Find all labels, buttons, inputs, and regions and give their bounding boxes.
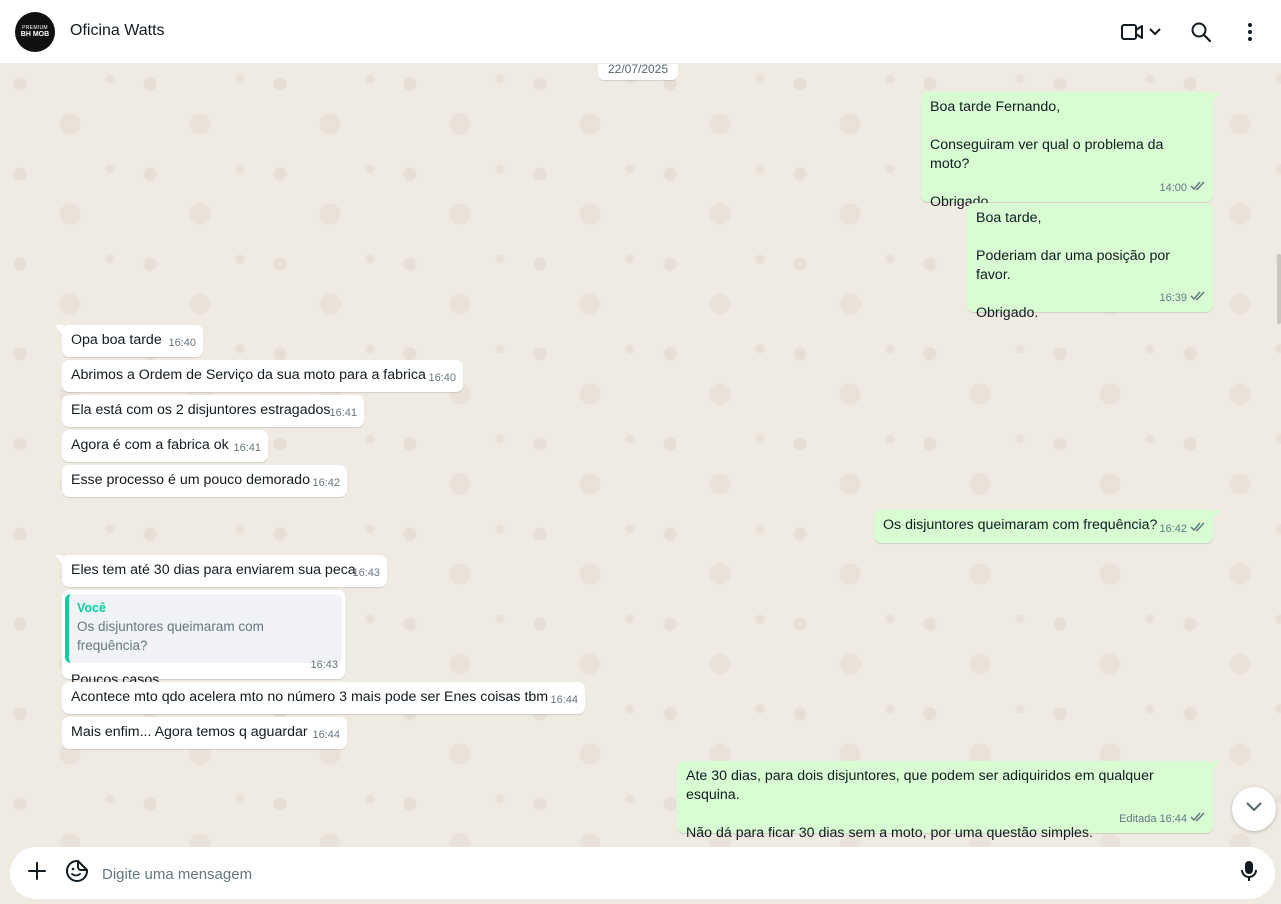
message-meta: 16:41 xyxy=(233,439,261,458)
date-chip: 22/07/2025 xyxy=(598,64,678,80)
message-incoming[interactable]: Abrimos a Ordem de Serviço da sua moto p… xyxy=(62,360,463,392)
double-check-icon xyxy=(1190,520,1206,539)
message-outgoing[interactable]: Os disjuntores queimaram com frequência?… xyxy=(874,510,1220,543)
message-time: 16:39 xyxy=(1159,292,1187,304)
message-text: Os disjuntores queimaram com frequência? xyxy=(883,517,1158,533)
message-incoming[interactable]: Eles tem até 30 dias para enviarem sua p… xyxy=(55,555,387,587)
chevron-down-icon xyxy=(1148,27,1162,37)
message-meta: 14:00 xyxy=(1159,179,1206,198)
message-text: Abrimos a Ordem de Serviço da sua moto p… xyxy=(71,367,426,383)
attach-button[interactable] xyxy=(23,859,51,887)
message-time: 14:00 xyxy=(1159,182,1187,194)
quoted-text: Os disjuntores queimaram com frequência? xyxy=(77,619,264,653)
scrollbar-thumb[interactable] xyxy=(1277,254,1281,324)
message-time: 16:42 xyxy=(312,477,340,489)
message-time: 16:44 xyxy=(550,694,578,706)
message-text: Eles tem até 30 dias para enviarem sua p… xyxy=(71,562,356,578)
message-time: 16:43 xyxy=(352,567,380,579)
message-incoming[interactable]: Agora é com a fabrica ok 16:41 xyxy=(62,430,268,462)
message-input[interactable] xyxy=(100,857,1224,891)
message-text: Mais enfim... Agora temos q aguardar xyxy=(71,724,308,740)
message-incoming[interactable]: Esse processo é um pouco demorado 16:42 xyxy=(62,465,347,497)
message-text: Esse processo é um pouco demorado xyxy=(71,472,310,488)
message-text: Ate 30 dias, para dois disjuntores, que … xyxy=(686,768,1154,841)
message-outgoing[interactable]: Boa tarde, Poderiam dar uma posição por … xyxy=(967,203,1213,321)
message-text: Ela está com os 2 disjuntores estragados xyxy=(71,402,331,418)
message-meta: 16:44 xyxy=(550,691,578,710)
message-meta: 16:43 xyxy=(310,656,338,675)
message-outgoing[interactable]: Boa tarde Fernando, Conseguiram ver qual… xyxy=(921,92,1220,210)
message-incoming[interactable]: Opa boa tarde 16:40 xyxy=(55,325,203,357)
search-button[interactable] xyxy=(1187,16,1215,48)
message-time: 16:41 xyxy=(233,442,261,454)
message-incoming-reply[interactable]: Você Os disjuntores queimaram com frequê… xyxy=(62,590,345,688)
message-meta: 16:42 xyxy=(312,474,340,493)
message-time: 16:42 xyxy=(1159,523,1187,535)
message-time: 16:44 xyxy=(1159,813,1187,825)
message-meta: 16:43 xyxy=(352,564,380,583)
double-check-icon xyxy=(1190,179,1206,198)
message-time: 16:40 xyxy=(168,337,196,349)
composer xyxy=(10,847,1275,899)
search-icon xyxy=(1190,21,1212,43)
edited-label: Editada xyxy=(1119,813,1157,825)
message-meta: 16:44 xyxy=(312,726,340,745)
chat-header: PREMIUM BH MOB Oficina Watts xyxy=(0,0,1281,64)
message-incoming[interactable]: Mais enfim... Agora temos q aguardar 16:… xyxy=(62,717,347,749)
message-meta: 16:39 xyxy=(1159,289,1206,308)
sticker-icon xyxy=(65,859,89,888)
video-call-button[interactable] xyxy=(1116,16,1166,48)
double-check-icon xyxy=(1190,810,1206,829)
microphone-icon xyxy=(1240,859,1258,888)
message-time: 16:43 xyxy=(310,659,338,671)
message-outgoing[interactable]: Ate 30 dias, para dois disjuntores, que … xyxy=(677,761,1220,841)
message-text: Acontece mto qdo acelera mto no número 3… xyxy=(71,689,549,705)
voice-message-button[interactable] xyxy=(1235,859,1263,887)
quoted-message[interactable]: Você Os disjuntores queimaram com frequê… xyxy=(65,594,342,663)
chat-scrollbar[interactable] xyxy=(1275,64,1281,847)
contact-name[interactable]: Oficina Watts xyxy=(70,22,165,40)
message-meta: 16:42 xyxy=(1159,520,1206,539)
message-meta: Editada 16:44 xyxy=(1119,810,1206,829)
chevron-down-icon xyxy=(1245,800,1263,818)
plus-icon xyxy=(27,861,47,886)
message-meta: 16:40 xyxy=(168,334,196,353)
quoted-author: Você xyxy=(77,601,106,615)
scroll-to-bottom-button[interactable] xyxy=(1232,787,1276,831)
double-check-icon xyxy=(1190,289,1206,308)
video-camera-icon xyxy=(1120,22,1144,42)
message-incoming[interactable]: Ela está com os 2 disjuntores estragados… xyxy=(62,395,364,427)
message-meta: 16:40 xyxy=(428,369,456,388)
message-time: 16:41 xyxy=(329,407,357,419)
menu-button[interactable] xyxy=(1238,16,1262,48)
message-incoming[interactable]: Acontece mto qdo acelera mto no número 3… xyxy=(62,682,585,714)
message-time: 16:40 xyxy=(428,372,456,384)
more-vertical-icon xyxy=(1247,22,1253,42)
message-list[interactable]: 22/07/2025 Boa tarde Fernando, Conseguir… xyxy=(0,64,1281,847)
avatar-logo-text-main: BH MOB xyxy=(20,31,50,38)
composer-area xyxy=(0,847,1281,904)
message-meta: 16:41 xyxy=(329,404,357,423)
message-time: 16:44 xyxy=(312,729,340,741)
contact-avatar[interactable]: PREMIUM BH MOB xyxy=(15,12,55,52)
sticker-button[interactable] xyxy=(63,859,91,887)
